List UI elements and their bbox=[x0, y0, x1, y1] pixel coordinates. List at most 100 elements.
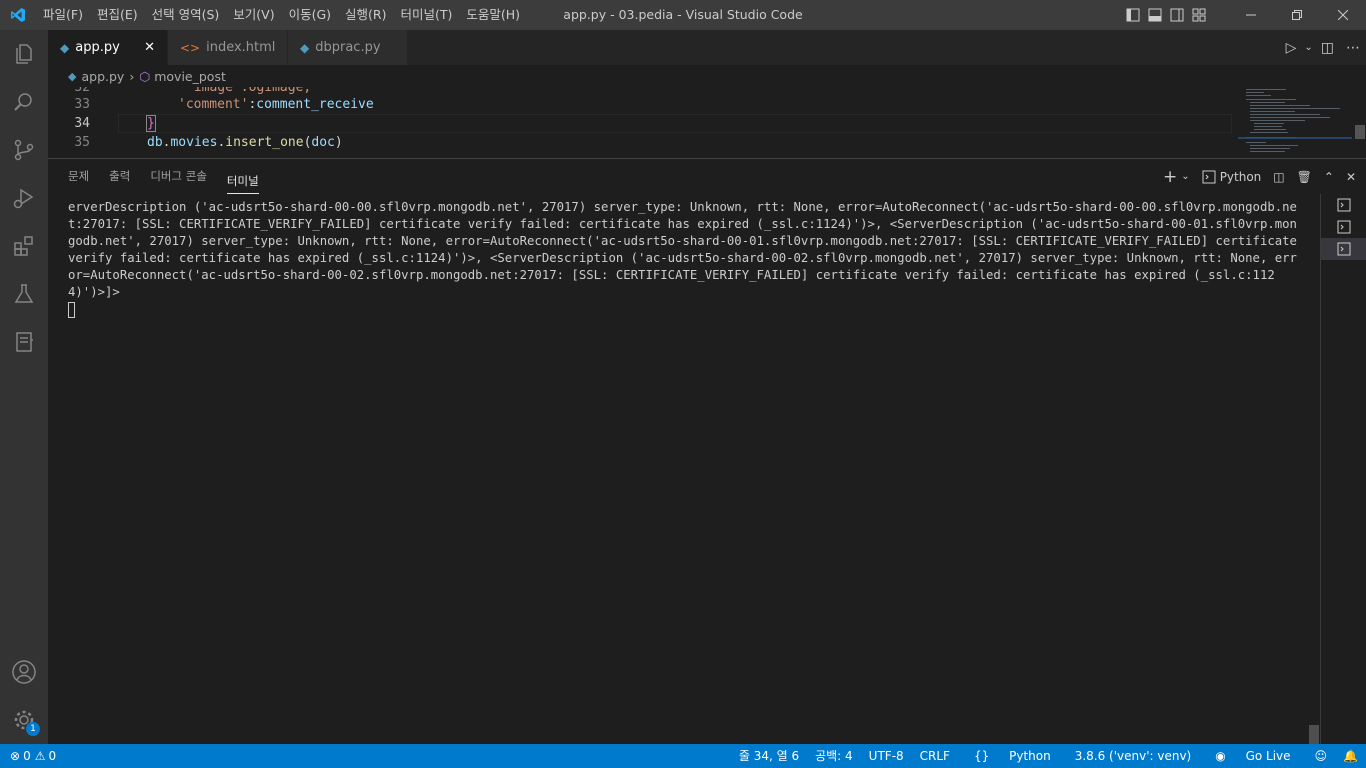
bottom-panel: 문제 출력 디버그 콘솔 터미널 + ⌄ Python ◫ 🗑 ⌃ ✕ erve… bbox=[48, 158, 1366, 745]
python-file-icon: ◆ bbox=[68, 69, 77, 83]
close-tab-icon[interactable]: ✕ bbox=[144, 40, 155, 55]
search-icon[interactable] bbox=[0, 78, 48, 126]
terminal-instances-list bbox=[1320, 194, 1366, 745]
end-of-line[interactable]: CRLF bbox=[912, 744, 958, 768]
menu-help[interactable]: 도움말(H) bbox=[459, 0, 527, 30]
breadcrumb: ◆ app.py › ⬡ movie_post bbox=[48, 65, 1366, 87]
run-dropdown-chevron-icon[interactable]: ⌄ bbox=[1302, 42, 1314, 53]
python-file-icon: ◆ bbox=[300, 40, 310, 55]
terminal-dropdown-chevron-icon[interactable]: ⌄ bbox=[1181, 171, 1189, 182]
error-icon: ⊗ bbox=[10, 749, 21, 763]
kill-terminal-trash-icon[interactable]: 🗑 bbox=[1297, 170, 1312, 184]
terminal-instance[interactable] bbox=[1321, 216, 1366, 238]
code-editor[interactable]: 32 'image':ogimage, 33 'comment':comment… bbox=[48, 87, 1366, 158]
tab-debug-console[interactable]: 디버그 콘솔 bbox=[150, 159, 207, 194]
html-file-icon: <> bbox=[180, 40, 201, 55]
menu-run[interactable]: 실행(R) bbox=[338, 0, 393, 30]
code-line: 34 } bbox=[74, 115, 156, 132]
split-terminal-icon[interactable]: ◫ bbox=[1273, 170, 1284, 184]
vscode-logo-icon bbox=[0, 0, 36, 30]
panel-actions: + ⌄ Python ◫ 🗑 ⌃ ✕ bbox=[1151, 159, 1356, 194]
breadcrumb-file[interactable]: app.py bbox=[81, 69, 124, 84]
terminal-icon bbox=[1337, 242, 1351, 256]
menu-go[interactable]: 이동(G) bbox=[282, 0, 338, 30]
warning-icon: ⚠ bbox=[34, 749, 46, 763]
tab-label: index.html bbox=[206, 40, 276, 55]
customize-layout-icon[interactable] bbox=[1188, 0, 1210, 30]
status-bar: ⊗ 0 ⚠ 0 줄 34, 열 6 공백: 4 UTF-8 CRLF {} Py… bbox=[0, 744, 1366, 768]
python-file-icon: ◆ bbox=[60, 40, 70, 55]
new-terminal-plus-icon[interactable]: + bbox=[1163, 167, 1177, 187]
testing-flask-icon[interactable] bbox=[0, 270, 48, 318]
split-editor-icon[interactable]: ◫ bbox=[1315, 40, 1340, 56]
chevron-right-icon: › bbox=[129, 68, 135, 84]
menu-bar: 파일(F) 편집(E) 선택 영역(S) 보기(V) 이동(G) 실행(R) 터… bbox=[36, 0, 527, 30]
menu-view[interactable]: 보기(V) bbox=[226, 0, 281, 30]
tab-label: dbprac.py bbox=[315, 40, 381, 55]
more-actions-icon[interactable]: ⋯ bbox=[1340, 40, 1366, 56]
go-live-button[interactable]: ◉ Go Live bbox=[1199, 744, 1306, 768]
tab-app-py[interactable]: ◆ app.py ✕ bbox=[48, 30, 168, 65]
title-bar: 파일(F) 편집(E) 선택 영역(S) 보기(V) 이동(G) 실행(R) 터… bbox=[0, 0, 1366, 30]
menu-terminal[interactable]: 터미널(T) bbox=[394, 0, 460, 30]
terminal-instance[interactable] bbox=[1321, 194, 1366, 216]
extensions-icon[interactable] bbox=[0, 222, 48, 270]
error-count: 0 bbox=[23, 749, 31, 763]
terminal-icon bbox=[1337, 220, 1351, 234]
encoding[interactable]: UTF-8 bbox=[861, 744, 912, 768]
cursor-position[interactable]: 줄 34, 열 6 bbox=[731, 744, 807, 768]
toggle-panel-icon[interactable] bbox=[1144, 0, 1166, 30]
toggle-secondary-sidebar-icon[interactable] bbox=[1166, 0, 1188, 30]
close-panel-icon[interactable]: ✕ bbox=[1346, 170, 1356, 184]
shell-label: Python bbox=[1219, 169, 1262, 184]
scrollbar-thumb[interactable] bbox=[1355, 125, 1365, 139]
restore-button[interactable] bbox=[1274, 0, 1320, 30]
settings-badge: 1 bbox=[26, 722, 40, 736]
account-icon[interactable] bbox=[0, 648, 48, 696]
terminal-icon bbox=[1202, 170, 1216, 183]
activity-bar: 1 bbox=[0, 30, 48, 744]
language-mode[interactable]: {} Python bbox=[958, 744, 1067, 768]
tab-terminal[interactable]: 터미널 bbox=[226, 168, 259, 194]
breadcrumb-symbol[interactable]: movie_post bbox=[154, 69, 226, 84]
broadcast-icon: ◉ bbox=[1215, 749, 1226, 763]
terminal-scrollbar-thumb[interactable] bbox=[1309, 725, 1319, 745]
terminal-text: erverDescription ('ac-udsrt5o-shard-00-0… bbox=[68, 200, 1305, 299]
python-interpreter[interactable]: 3.8.6 ('venv': venv) bbox=[1067, 744, 1200, 768]
terminal-icon bbox=[1337, 198, 1351, 212]
problems-status[interactable]: ⊗ 0 ⚠ 0 bbox=[0, 749, 56, 763]
toggle-sidebar-icon[interactable] bbox=[1122, 0, 1144, 30]
close-window-button[interactable] bbox=[1320, 0, 1366, 30]
code-line: 33 'comment':comment_receive bbox=[74, 97, 374, 112]
editor-scrollbar[interactable] bbox=[1352, 87, 1366, 158]
run-debug-icon[interactable] bbox=[0, 174, 48, 222]
minimap[interactable] bbox=[1238, 87, 1352, 158]
terminal-cursor bbox=[68, 302, 75, 318]
tab-output[interactable]: 출력 bbox=[109, 159, 130, 194]
editor-tabs: ◆ app.py ✕ <> index.html ◆ dbprac.py ▷ ⌄… bbox=[48, 30, 1366, 65]
menu-edit[interactable]: 편집(E) bbox=[90, 0, 145, 30]
tab-label: app.py bbox=[75, 40, 120, 55]
menu-selection[interactable]: 선택 영역(S) bbox=[145, 0, 227, 30]
explorer-icon[interactable] bbox=[0, 30, 48, 78]
terminal-output[interactable]: erverDescription ('ac-udsrt5o-shard-00-0… bbox=[68, 199, 1303, 323]
settings-gear-icon[interactable]: 1 bbox=[0, 696, 48, 744]
remote-explorer-icon[interactable] bbox=[0, 318, 48, 366]
minimize-button[interactable] bbox=[1228, 0, 1274, 30]
maximize-panel-chevron-up-icon[interactable]: ⌃ bbox=[1324, 170, 1334, 184]
source-control-icon[interactable] bbox=[0, 126, 48, 174]
run-python-file-icon[interactable]: ▷ bbox=[1280, 40, 1303, 56]
method-cube-icon: ⬡ bbox=[139, 68, 151, 84]
warning-count: 0 bbox=[48, 749, 57, 763]
braces-icon: {} bbox=[973, 749, 990, 763]
menu-file[interactable]: 파일(F) bbox=[36, 0, 90, 30]
tab-index-html[interactable]: <> index.html bbox=[168, 30, 288, 65]
tab-problems[interactable]: 문제 bbox=[68, 159, 89, 194]
indentation[interactable]: 공백: 4 bbox=[807, 744, 861, 768]
code-line: 35 db.movies.insert_one(doc) bbox=[74, 135, 343, 150]
feedback-icon[interactable]: ☺ bbox=[1307, 744, 1336, 768]
terminal-instance[interactable] bbox=[1321, 238, 1366, 260]
notifications-bell-icon[interactable]: 🔔 bbox=[1335, 744, 1366, 768]
terminal-shell-selector[interactable]: Python bbox=[1202, 169, 1262, 184]
tab-dbprac-py[interactable]: ◆ dbprac.py bbox=[288, 30, 408, 65]
